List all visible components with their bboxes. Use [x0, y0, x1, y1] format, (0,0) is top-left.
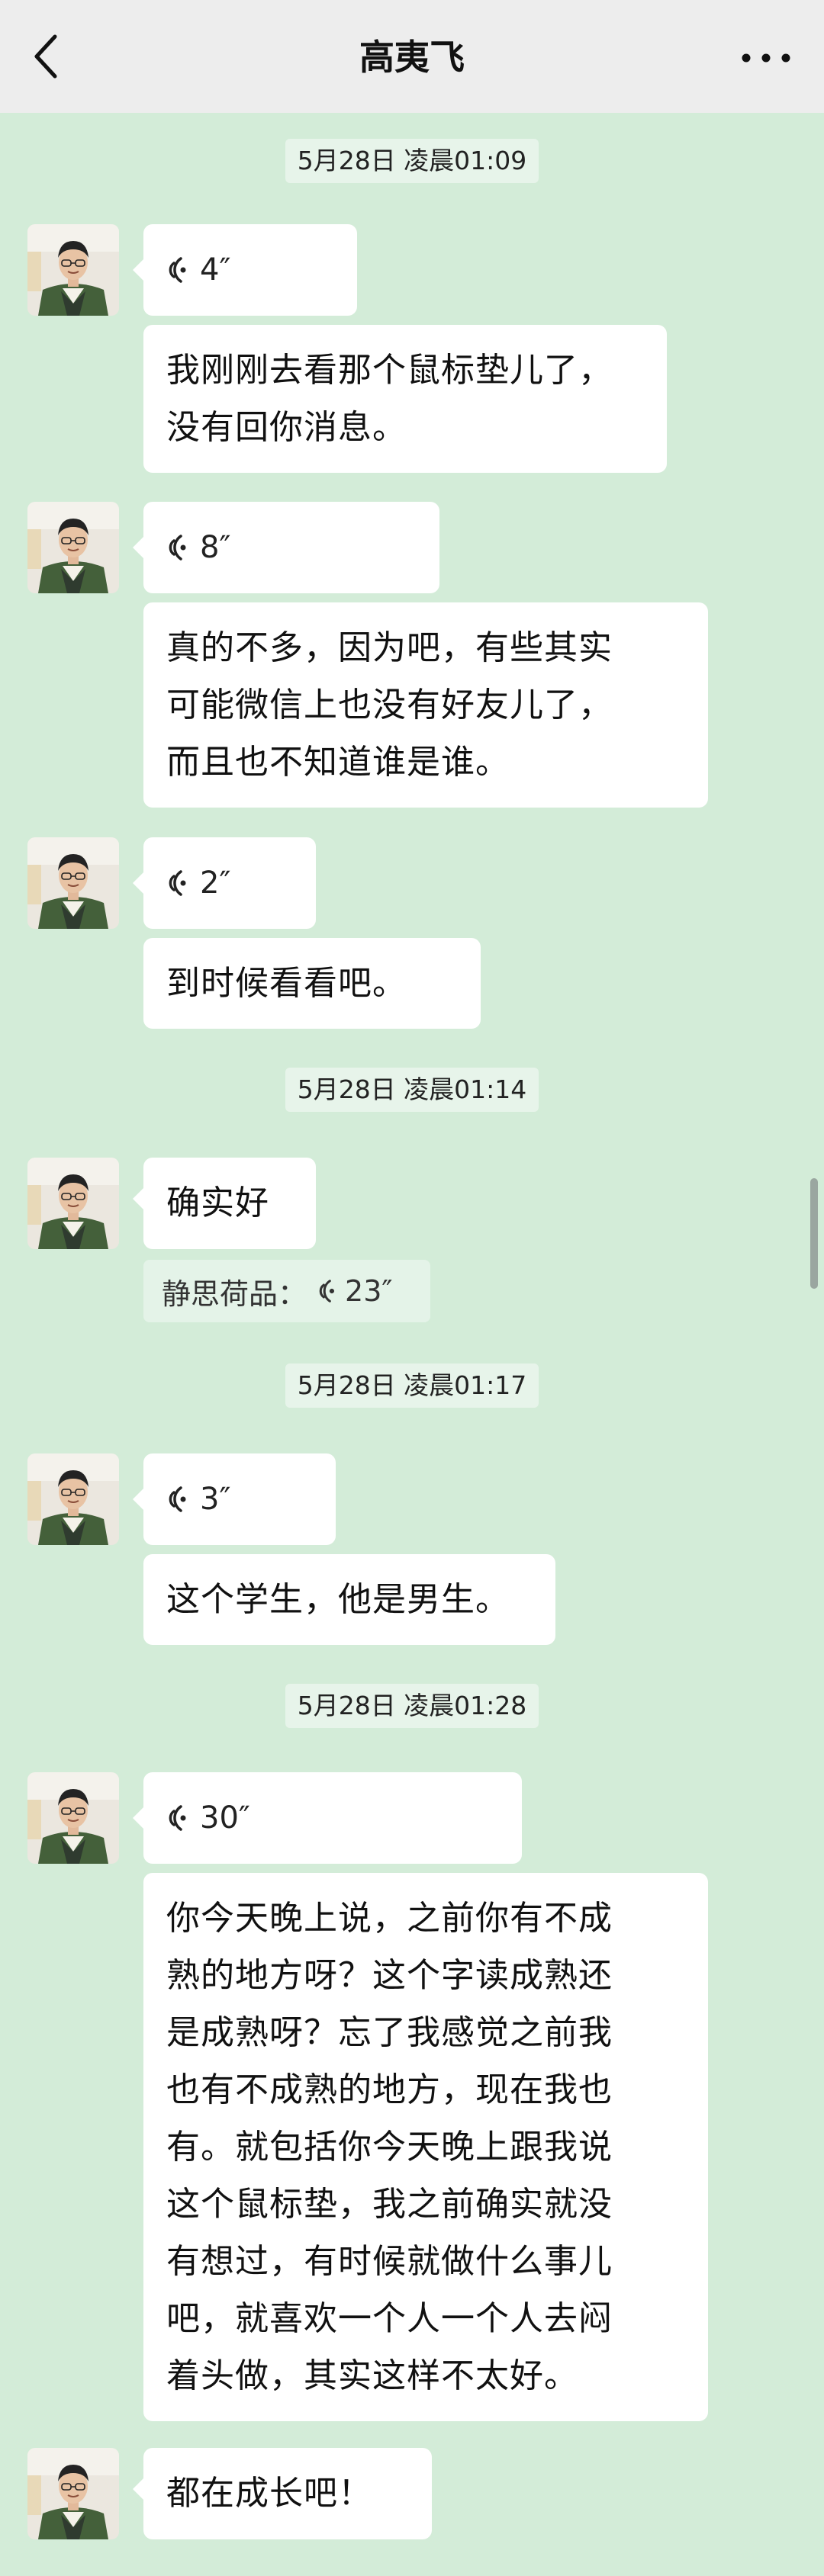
avatar-image	[27, 837, 119, 929]
message-line: 熟的地方呀？这个字读成熟还	[166, 1956, 613, 1995]
text-message[interactable]: 你今天晚上说，之前你有不成 熟的地方呀？这个字读成熟还 是成熟呀？忘了我感觉之前…	[143, 1873, 708, 2421]
text-message[interactable]: 到时候看看吧。	[143, 938, 481, 1029]
message-line: 你今天晚上说，之前你有不成	[166, 1899, 613, 1938]
avatar[interactable]	[27, 1453, 119, 1545]
text-message[interactable]: 我刚刚去看那个鼠标垫儿了， 没有回你消息。	[143, 325, 667, 473]
timestamp: 5月28日 凌晨01:17	[0, 1363, 824, 1409]
top-bar: 高夷飞	[0, 0, 824, 113]
message-line: 都在成长吧！	[166, 2474, 372, 2513]
message-line: 这个鼠标垫，我之前确实就没	[166, 2185, 613, 2224]
message-line: 吧，就喜欢一个人一个人去闷	[166, 2299, 613, 2338]
text-message[interactable]: 确实好	[133, 1158, 316, 1249]
avatar[interactable]	[27, 502, 119, 593]
message-line: 这个学生，他是男生。	[166, 1580, 510, 1619]
message-line: 我刚刚去看那个鼠标垫儿了，	[166, 351, 613, 390]
avatar[interactable]	[27, 2448, 119, 2539]
voice-message[interactable]: 4″	[133, 224, 357, 316]
scrollbar[interactable]	[810, 1178, 818, 1289]
quote-duration: 23″	[345, 1274, 393, 1308]
avatar[interactable]	[27, 837, 119, 929]
timestamp: 5月28日 凌晨01:14	[0, 1068, 824, 1113]
message-line: 着头做，其实这样不太好。	[166, 2356, 578, 2395]
voice-duration: 30″	[200, 1800, 250, 1836]
quoted-voice[interactable]: 静思荷品： 23″	[143, 1260, 430, 1322]
chat-title: 高夷飞	[359, 37, 465, 78]
message-line: 也有不成熟的地方，现在我也	[166, 2070, 613, 2109]
text-message[interactable]: 真的不多，因为吧，有些其实 可能微信上也没有好友儿了， 而且也不知道谁是谁。	[143, 602, 708, 808]
voice-duration: 4″	[200, 252, 231, 287]
message-line: 而且也不知道谁是谁。	[166, 743, 510, 782]
voice-wave-icon	[169, 257, 186, 283]
avatar[interactable]	[27, 224, 119, 316]
timestamp-text: 5月28日 凌晨01:17	[285, 1363, 539, 1408]
message-line: 有想过，有时候就做什么事儿	[166, 2242, 613, 2281]
voice-duration: 2″	[200, 866, 231, 901]
timestamp-text: 5月28日 凌晨01:28	[285, 1684, 539, 1728]
voice-message[interactable]: 3″	[133, 1453, 336, 1545]
message-line: 确实好	[166, 1184, 269, 1222]
voice-message[interactable]: 30″	[133, 1772, 522, 1864]
text-message[interactable]: 这个学生，他是男生。	[143, 1554, 555, 1645]
voice-wave-icon	[169, 1805, 186, 1831]
avatar[interactable]	[27, 1772, 119, 1864]
more-dots-icon	[742, 53, 790, 63]
avatar-image	[27, 502, 119, 593]
voice-wave-icon	[169, 535, 186, 560]
avatar-image	[27, 1158, 119, 1249]
quote-sender: 静思荷品：	[162, 1277, 307, 1311]
voice-message[interactable]: 8″	[133, 502, 439, 593]
message-line: 可能微信上也没有好友儿了，	[166, 686, 613, 724]
message-line: 是成熟呀？忘了我感觉之前我	[166, 2013, 613, 2052]
voice-message[interactable]: 2″	[133, 837, 316, 929]
message-line: 有。就包括你今天晚上跟我说	[166, 2128, 613, 2166]
avatar[interactable]	[27, 1158, 119, 1249]
avatar-image	[27, 2448, 119, 2539]
timestamp-text: 5月28日 凌晨01:14	[285, 1068, 539, 1112]
avatar-image	[27, 1772, 119, 1864]
message-line: 没有回你消息。	[166, 408, 407, 447]
voice-wave-icon	[319, 1280, 335, 1302]
voice-wave-icon	[169, 1486, 186, 1512]
voice-duration: 3″	[200, 1482, 231, 1517]
voice-wave-icon	[169, 870, 186, 896]
avatar-image	[27, 224, 119, 316]
timestamp: 5月28日 凌晨01:28	[0, 1684, 824, 1730]
message-line: 真的不多，因为吧，有些其实	[166, 628, 613, 667]
text-message[interactable]: 都在成长吧！	[133, 2448, 432, 2539]
timestamp: 5月28日 凌晨01:09	[0, 139, 824, 185]
chat-area[interactable]: 5月28日 凌晨01:09 4″ 我刚刚去看那个鼠标垫儿了， 没有回你消息。 8…	[0, 113, 824, 2576]
avatar-image	[27, 1453, 119, 1545]
voice-duration: 8″	[200, 530, 231, 565]
message-line: 到时候看看吧。	[166, 964, 407, 1003]
more-button[interactable]	[735, 34, 797, 79]
timestamp-text: 5月28日 凌晨01:09	[285, 139, 539, 183]
